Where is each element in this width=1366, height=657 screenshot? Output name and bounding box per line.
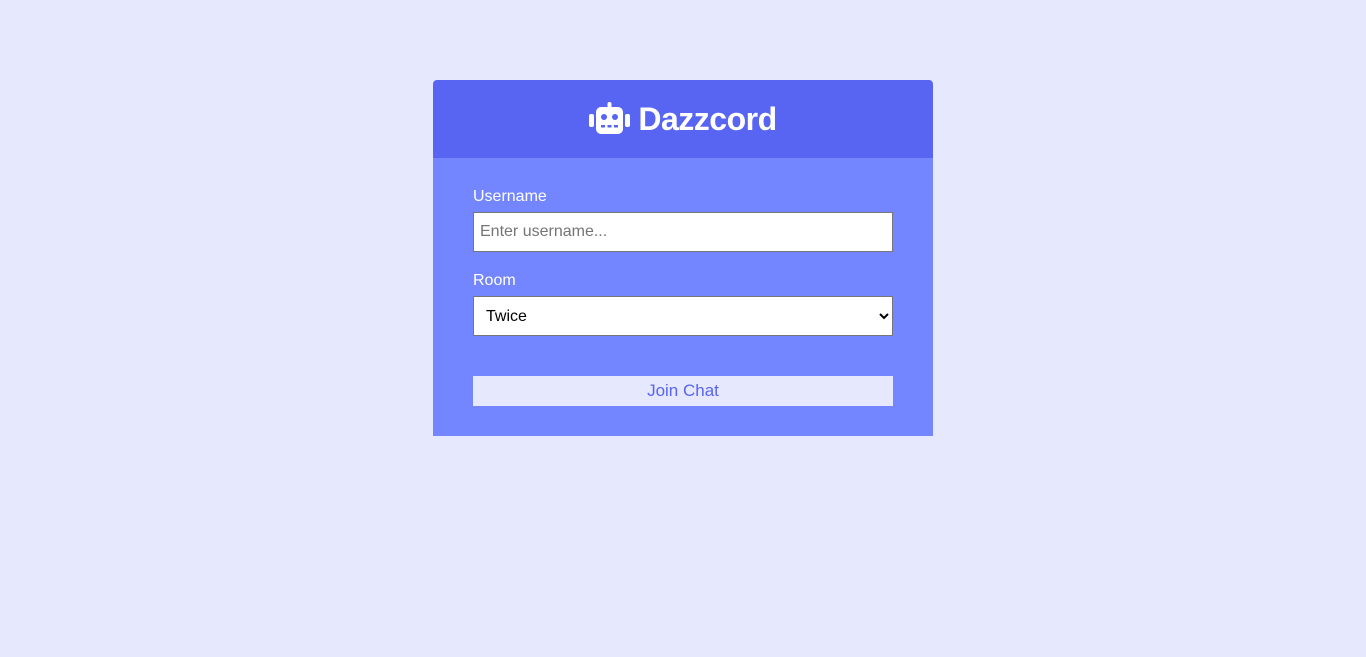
username-label: Username [473, 188, 547, 205]
join-chat-button[interactable]: Join Chat [473, 376, 893, 406]
username-input[interactable] [473, 212, 893, 252]
room-select[interactable]: Twice [473, 296, 893, 336]
robot-icon [589, 102, 631, 136]
join-container: Dazzcord Username Room Twice Join Chat [433, 80, 933, 436]
username-control: Username [473, 188, 893, 252]
join-header: Dazzcord [433, 80, 933, 158]
brand: Dazzcord [589, 100, 777, 138]
app-title: Dazzcord [638, 100, 777, 137]
room-control: Room Twice [473, 272, 893, 336]
room-label: Room [473, 272, 516, 289]
join-form: Username Room Twice Join Chat [473, 188, 893, 406]
join-form-panel: Username Room Twice Join Chat [433, 158, 933, 436]
